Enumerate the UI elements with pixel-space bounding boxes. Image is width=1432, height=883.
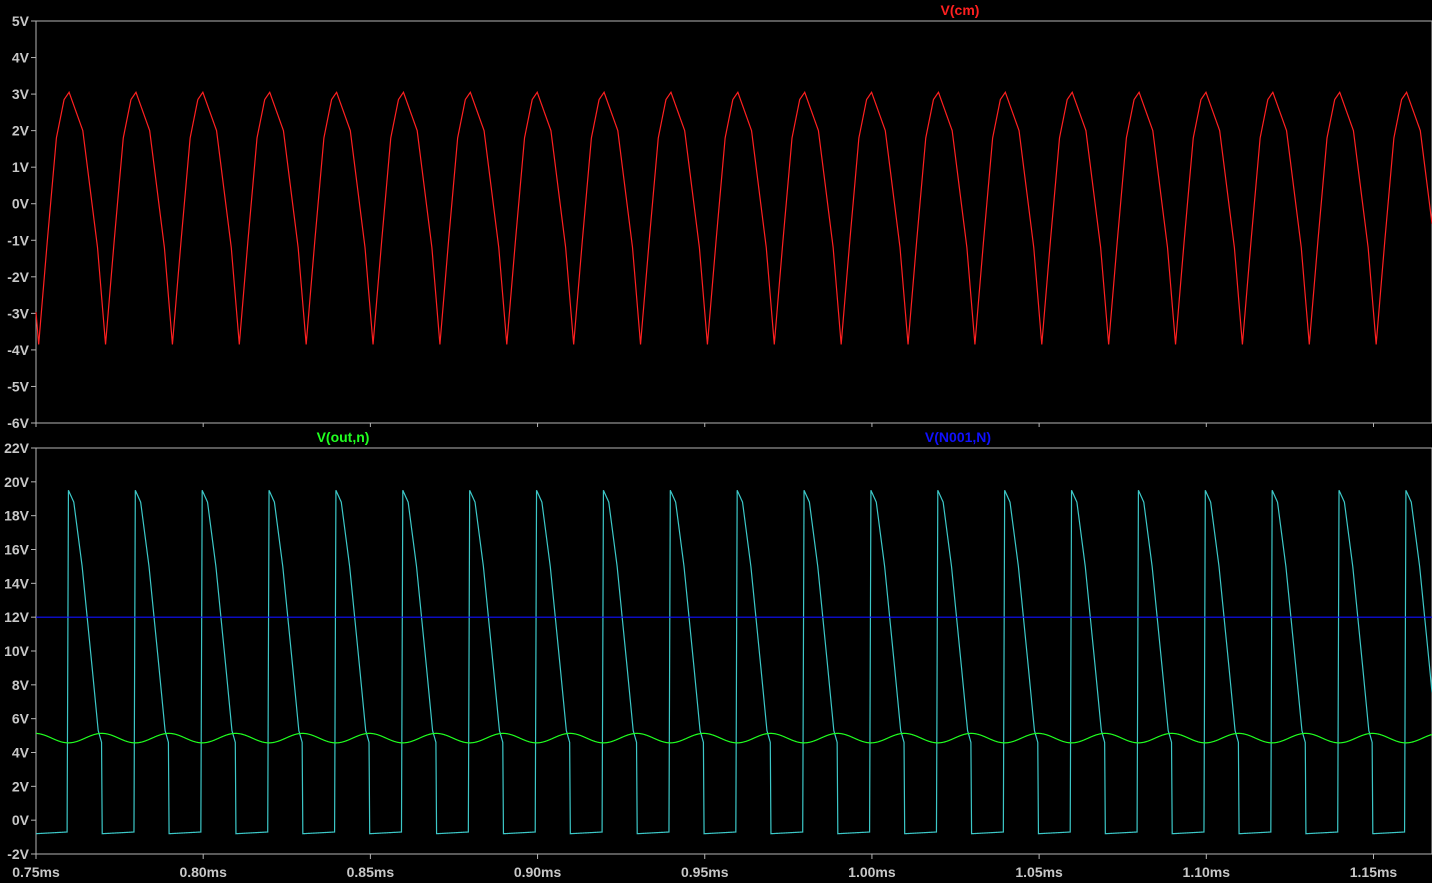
top-y-tick-label: 4V [12,50,30,66]
x-tick-label: 1.15ms [1350,864,1398,880]
x-tick-label: 1.05ms [1015,864,1063,880]
top-y-tick-label: -1V [7,232,29,248]
top-y-tick-label: -6V [7,415,29,431]
top-y-tick-label: 3V [12,86,30,102]
top-y-tick-label: 5V [12,13,30,29]
trace-label-v-n001-n[interactable]: V(N001,N) [925,429,991,445]
bottom-y-tick-label: -2V [7,846,29,862]
bottom-y-tick-label: 22V [4,440,30,456]
top-y-tick-label: 0V [12,196,30,212]
x-tick-label: 0.90ms [514,864,562,880]
x-tick-label: 0.80ms [179,864,227,880]
x-tick-label: 0.75ms [12,864,60,880]
bottom-y-tick-label: 4V [12,745,30,761]
x-tick-label: 0.85ms [347,864,395,880]
bottom-y-tick-label: 20V [4,474,30,490]
top-y-tick-label: -5V [7,378,29,394]
bottom-y-tick-label: 14V [4,575,30,591]
trace-label-v-out-n[interactable]: V(out,n) [317,429,370,445]
top-y-tick-label: -2V [7,269,29,285]
top-y-tick-label: -4V [7,342,29,358]
trace-label-v-cm[interactable]: V(cm) [941,2,980,18]
bottom-y-tick-label: 10V [4,643,30,659]
waveform-plot: V(cm) 5V 4V 3V 2V 1V 0V -1V -2V -3V -4V -5V -6V V(o… [0,0,1432,883]
x-tick-label: 1.00ms [848,864,896,880]
bottom-y-tick-label: 6V [12,711,30,727]
bottom-y-tick-label: 18V [4,508,30,524]
top-y-tick-label: 1V [12,159,30,175]
bottom-y-tick-label: 12V [4,609,30,625]
x-tick-label: 0.95ms [681,864,729,880]
x-tick-label: 1.10ms [1183,864,1231,880]
bottom-y-tick-label: 16V [4,542,30,558]
bottom-y-tick-label: 0V [12,812,30,828]
bottom-y-tick-label: 2V [12,778,30,794]
bottom-y-tick-label: 8V [12,677,30,693]
top-y-tick-label: 2V [12,123,30,139]
top-y-tick-label: -3V [7,305,29,321]
